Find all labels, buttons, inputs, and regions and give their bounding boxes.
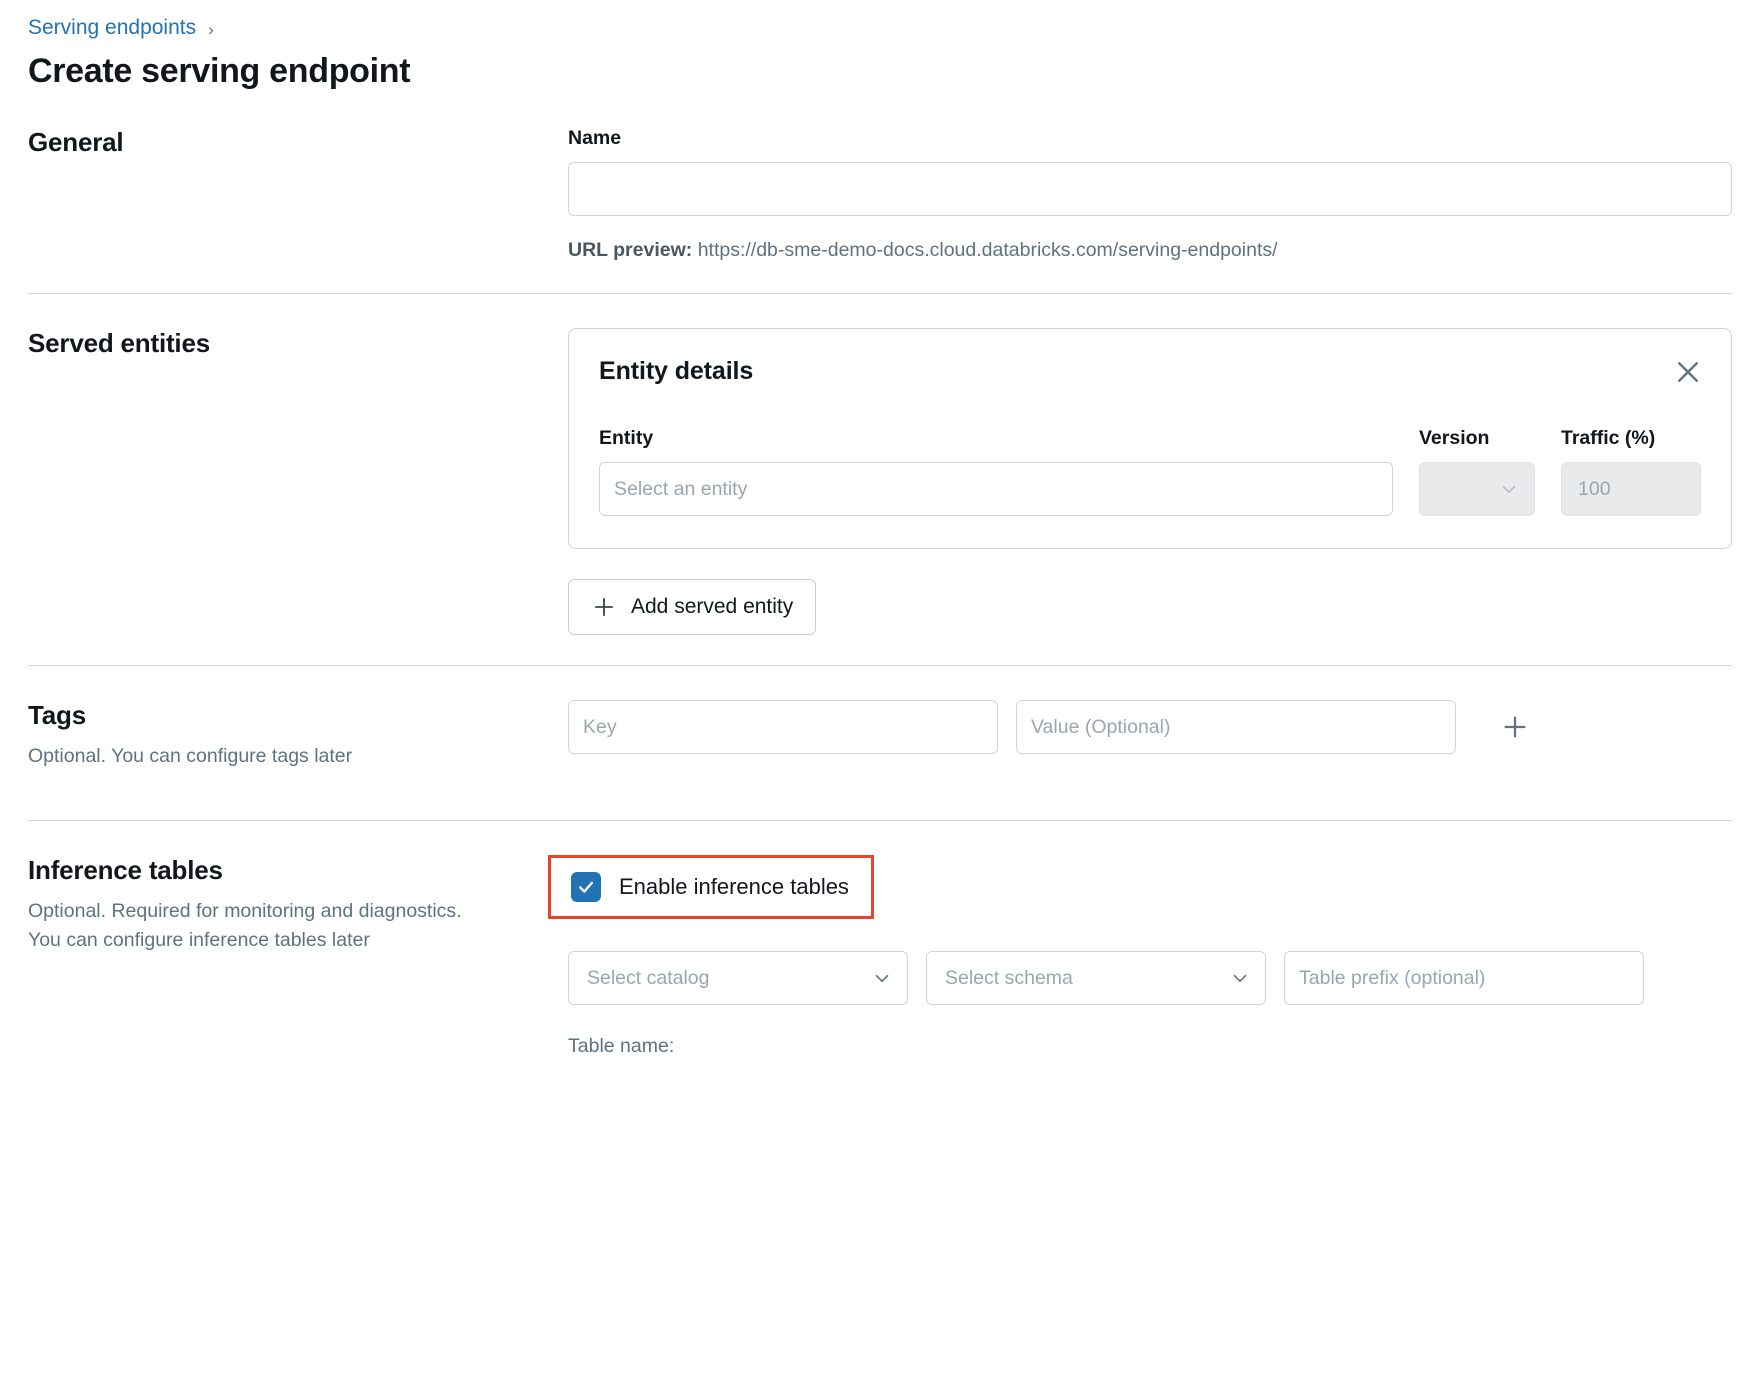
url-preview-label: URL preview: [568,239,693,262]
schema-select[interactable]: Select schema [926,951,1266,1006]
section-tags-subtitle: Optional. You can configure tags later [28,744,353,767]
inference-tables-fields: Select catalog Select schema [568,951,1732,1006]
section-tags-body [568,700,1732,790]
breadcrumb: Serving endpoints › [28,0,1732,39]
entity-select-input[interactable] [599,462,1393,517]
entity-details-grid: Entity Version [599,427,1701,517]
plus-icon [1504,716,1526,738]
close-icon [1678,362,1698,383]
traffic-column-label: Traffic (%) [1561,427,1656,450]
name-input[interactable] [568,162,1732,217]
section-served-entities-header: Served entities [28,328,568,635]
table-name-label: Table name: [568,1035,675,1058]
section-general-title: General [28,127,124,158]
url-preview-value: https://db-sme-demo-docs.cloud.databrick… [697,239,1278,262]
catalog-select-value: Select catalog [587,966,710,989]
traffic-column: Traffic (%) 100 [1561,427,1701,517]
tag-row [568,700,1732,755]
section-general-body: Name URL preview: https://db-sme-demo-do… [568,127,1732,263]
section-inference-tables-header: Inference tables Optional. Required for … [28,855,568,1058]
close-entity-card-button[interactable] [1669,353,1707,391]
entity-details-card: Entity details Entity Version [568,328,1732,550]
enable-inference-tables-highlight: Enable inference tables [548,855,874,920]
version-select[interactable] [1419,462,1535,517]
page-title: Create serving endpoint [28,52,411,90]
chevron-down-icon [1229,967,1251,989]
name-label: Name [568,127,622,150]
create-serving-endpoint-page: Serving endpoints › Create serving endpo… [0,0,1760,1390]
tag-value-input[interactable] [1016,700,1456,755]
version-column: Version [1419,427,1535,517]
chevron-down-icon [1498,478,1520,500]
section-tags: Tags Optional. You can configure tags la… [28,666,1732,820]
section-tags-header: Tags Optional. You can configure tags la… [28,700,568,790]
enable-inference-tables-label[interactable]: Enable inference tables [619,874,849,900]
plus-icon [594,598,614,617]
section-served-entities: Served entities Entity details Entity Se… [28,294,1732,665]
traffic-input[interactable]: 100 [1561,462,1701,517]
entity-column-label: Entity [599,427,654,450]
add-tag-button[interactable] [1494,706,1536,748]
entity-details-title: Entity details [599,357,754,386]
entity-details-header: Entity details [599,357,1701,391]
section-tags-title: Tags [28,700,86,731]
section-served-entities-body: Entity details Entity Version [568,328,1732,636]
check-icon [579,882,593,894]
catalog-select[interactable]: Select catalog [568,951,908,1006]
section-inference-tables-title: Inference tables [28,855,223,886]
section-general-header: General [28,127,568,263]
section-inference-tables: Inference tables Optional. Required for … [28,821,1732,1088]
section-inference-tables-subtitle: Optional. Required for monitoring and di… [28,899,462,951]
enable-inference-tables-checkbox[interactable] [571,872,601,903]
chevron-down-icon [871,967,893,989]
breadcrumb-link-serving-endpoints[interactable]: Serving endpoints [28,15,196,40]
add-served-entity-button[interactable]: Add served entity [568,579,817,636]
entity-column: Entity [599,427,1393,517]
tag-key-input[interactable] [568,700,998,755]
add-served-entity-label: Add served entity [631,595,794,619]
chevron-right-icon: › [208,19,214,39]
section-general: General Name URL preview: https://db-sme… [28,91,1732,293]
version-column-label: Version [1419,427,1490,450]
schema-select-value: Select schema [945,966,1073,989]
table-prefix-input[interactable] [1284,951,1644,1006]
url-preview: URL preview: https://db-sme-demo-docs.cl… [568,238,1732,263]
table-name-row: Table name: [568,1035,1732,1058]
section-served-entities-title: Served entities [28,328,210,359]
section-inference-tables-body: Enable inference tables Select catalog S… [548,855,1732,1058]
